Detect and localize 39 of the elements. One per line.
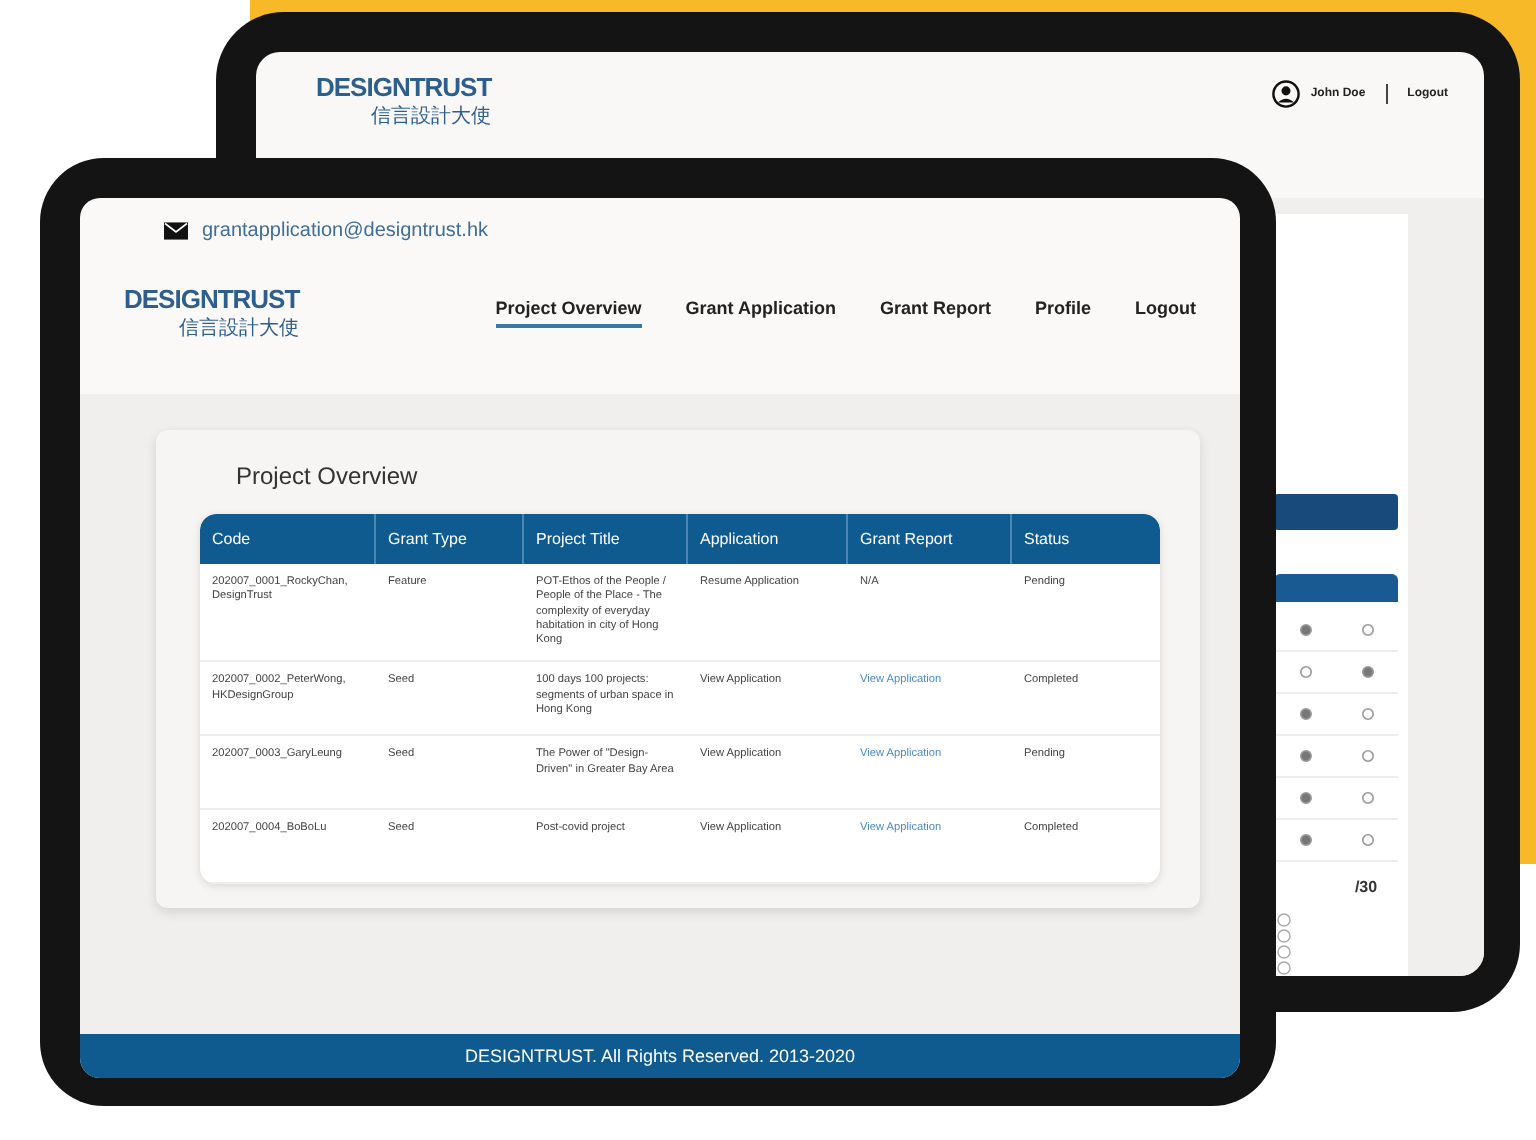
radio-button[interactable] [1276, 928, 1292, 944]
radio-button[interactable] [1297, 622, 1313, 638]
nav-tab[interactable]: Logout [1135, 297, 1196, 327]
nav-tab[interactable]: Grant Application [685, 297, 836, 327]
nav-tab[interactable]: Grant Report [879, 297, 991, 327]
radio-button[interactable] [1359, 664, 1375, 680]
column-header: Project Title [524, 514, 688, 564]
nav-tab[interactable]: Project Overview [495, 297, 642, 327]
nav-tab[interactable]: Profile [1034, 297, 1091, 327]
column-header: Code [200, 514, 376, 564]
radio-button[interactable] [1359, 622, 1375, 638]
radio-button[interactable] [1297, 706, 1313, 722]
radio-button[interactable] [1359, 706, 1375, 722]
column-header: Grant Type [376, 514, 524, 564]
column-header: Application [688, 514, 848, 564]
user-avatar-icon [1272, 80, 1301, 108]
radio-button[interactable] [1276, 944, 1292, 960]
score-total: /30 [1354, 878, 1378, 896]
table-header [1274, 574, 1398, 602]
radio-button[interactable] [1297, 832, 1313, 848]
radio-button[interactable] [1297, 664, 1313, 680]
radio-button[interactable] [1297, 790, 1313, 806]
radio-button[interactable] [1276, 912, 1292, 928]
column-header: Status [1022, 528, 1072, 552]
mail-icon [164, 222, 188, 240]
column-header: Grant Report [848, 514, 1012, 564]
radio-button[interactable] [1359, 790, 1375, 806]
email-link[interactable]: grantapplication@designtrust.hk [202, 220, 489, 242]
logo-subtitle: 信言設計大使 [371, 103, 492, 130]
radio-button[interactable] [1276, 960, 1292, 976]
section-bar [1274, 494, 1398, 530]
copyright-text: DESIGNTRUST. All Rights Reserved. 2013-2020 [464, 1046, 856, 1066]
logo-wordmark: DESIGNTRUST [316, 72, 492, 102]
radio-button[interactable] [1297, 748, 1313, 764]
page-title: Project Overview [236, 462, 420, 490]
radio-button[interactable] [1359, 748, 1375, 764]
radio-button[interactable] [1359, 832, 1375, 848]
logo-wordmark: DESIGNTRUST [124, 283, 300, 313]
logo-subtitle: 信言設計大使 [179, 315, 300, 341]
